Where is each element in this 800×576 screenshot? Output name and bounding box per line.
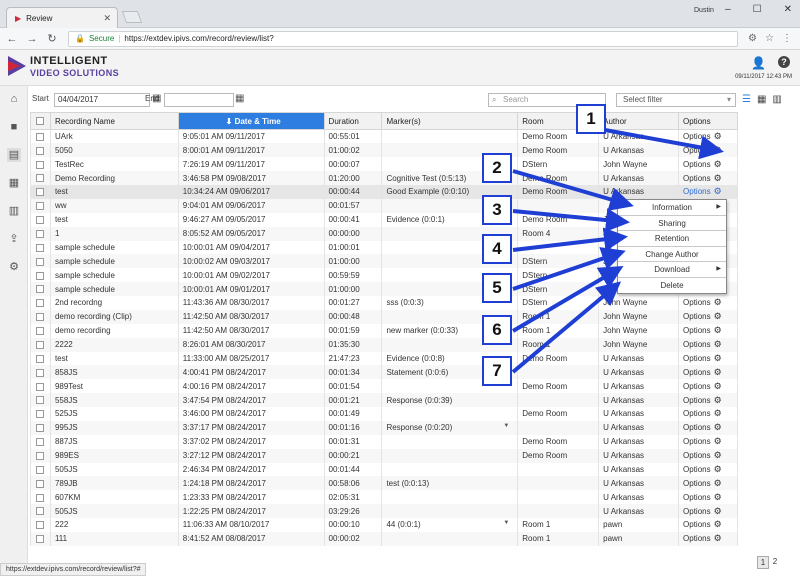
- callout-2: 2: [482, 153, 512, 183]
- callout-4: 4: [482, 234, 512, 264]
- callout-3: 3: [482, 195, 512, 225]
- callout-7: 7: [482, 356, 512, 386]
- page-button[interactable]: 2: [769, 556, 781, 569]
- arrow-4: [512, 227, 628, 252]
- callout-5: 5: [482, 273, 512, 303]
- arrow-2: [512, 169, 634, 211]
- arrow-5: [512, 247, 626, 291]
- callout-1: 1: [576, 104, 606, 134]
- page-button[interactable]: 1: [757, 556, 769, 569]
- pagination: 1 2: [757, 556, 781, 569]
- arrow-1: [604, 128, 724, 160]
- annotation-arrows: [511, 128, 724, 374]
- status-bar-url: https://extdev.ipivs.com/record/review/l…: [0, 563, 147, 576]
- arrow-6: [511, 265, 624, 333]
- callout-6: 6: [482, 315, 512, 345]
- arrow-3: [512, 208, 630, 233]
- arrow-7: [511, 281, 622, 374]
